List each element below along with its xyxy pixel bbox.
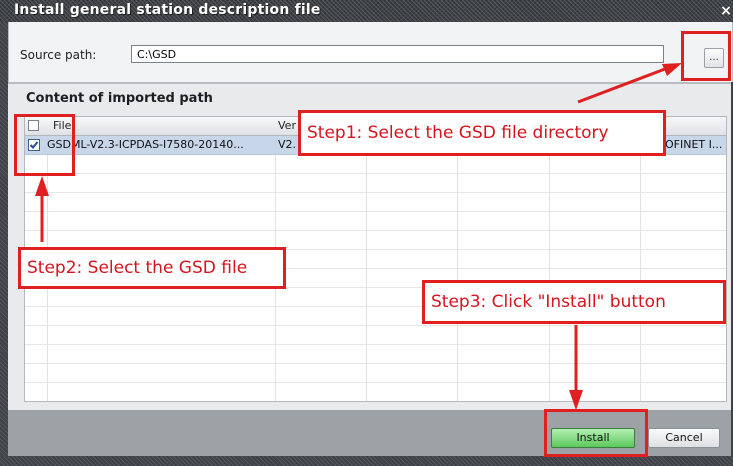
step1-callout: Step1: Select the GSD file directory [298,110,666,156]
step3-callout: Step3: Click "Install" button [422,280,726,324]
annotation-arrows [35,63,682,410]
step2-callout: Step2: Select the GSD file [18,247,286,289]
